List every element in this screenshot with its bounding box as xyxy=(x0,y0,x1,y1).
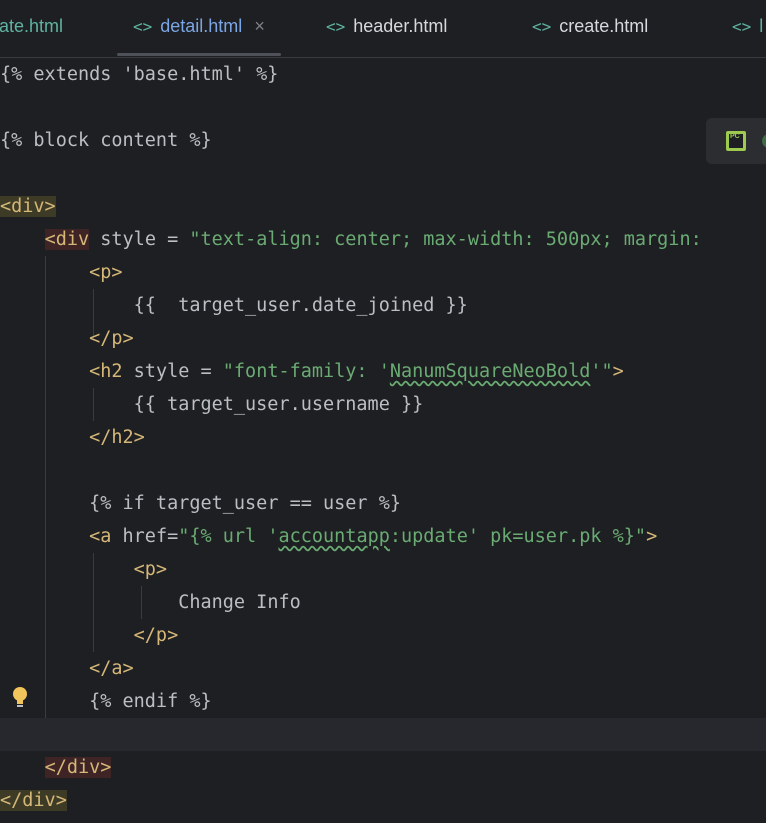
equals: = xyxy=(167,526,179,547)
code-line: {{ target_user.date_joined }} xyxy=(0,289,766,322)
code-line: <h2 style = "font-family: 'NanumSquareNe… xyxy=(0,355,766,388)
code-line: {% if target_user == user %} xyxy=(0,487,766,520)
code-line: Change Info xyxy=(0,586,766,619)
tab-create-html[interactable]: <> create.html xyxy=(532,0,648,57)
template-tag: {% endif %} xyxy=(89,691,212,712)
code-line: {% block content %} xyxy=(0,124,766,157)
tab-label: create.html xyxy=(559,16,649,36)
html-attr: href xyxy=(111,526,168,547)
code-line: </h2> xyxy=(0,421,766,454)
code-line: </a> xyxy=(0,652,766,685)
typo-highlight: NanumSquareNeoBold xyxy=(389,361,591,382)
html-tag: <p> xyxy=(133,559,168,580)
tab-label: header.html xyxy=(353,16,448,36)
html-tag-icon: <> xyxy=(326,17,346,36)
html-tag: </div> xyxy=(44,757,112,778)
text-content: Change Info xyxy=(178,592,301,613)
tab-next-file[interactable]: <> l xyxy=(732,0,763,57)
typo-highlight: accountapp xyxy=(278,526,390,547)
html-tag: > xyxy=(646,526,658,547)
html-tag: </h2> xyxy=(89,427,145,448)
equals: = xyxy=(167,229,190,250)
tab-update-html[interactable]: ate.html xyxy=(0,0,63,57)
code-line: <div style = "text-align: center; max-wi… xyxy=(0,223,766,256)
tab-header-html[interactable]: <> header.html xyxy=(326,0,447,57)
equals: = xyxy=(200,361,223,382)
current-line xyxy=(0,718,766,751)
html-tag: </p> xyxy=(89,328,134,349)
code-line: <div> xyxy=(0,190,766,223)
html-tag: <div> xyxy=(0,196,56,217)
tab-label: ate.html xyxy=(0,16,64,36)
attr-value: "font-family: ' xyxy=(222,361,390,382)
template-tag: {% block content %} xyxy=(0,130,212,151)
html-tag-icon: <> xyxy=(732,17,752,36)
html-tag: </p> xyxy=(133,625,179,646)
html-attr: style xyxy=(89,229,168,250)
template-tag: {% extends 'base.html' %} xyxy=(0,64,279,85)
close-icon[interactable]: × xyxy=(254,16,265,36)
html-tag-icon: <> xyxy=(133,17,153,36)
template-tag: {% if target_user == user %} xyxy=(89,493,401,514)
attr-value: "text-align: center; max-width: 500px; m… xyxy=(189,229,702,250)
code-line: {{ target_user.username }} xyxy=(0,388,766,421)
tab-label: detail.html xyxy=(160,16,243,36)
html-tag: </a> xyxy=(89,658,134,679)
code-line: </p> xyxy=(0,619,766,652)
code-line: {% extends 'base.html' %} xyxy=(0,58,766,91)
pc-label: PC xyxy=(730,133,740,140)
html-tag: </div> xyxy=(0,790,67,811)
html-attr: style xyxy=(122,361,201,382)
template-var: {{ target_user.date_joined }} xyxy=(133,295,468,316)
code-editor[interactable]: {% extends 'base.html' %} {% block conte… xyxy=(0,58,766,823)
attr-value: "{% url ' xyxy=(178,526,279,547)
code-line: </div> xyxy=(0,784,766,817)
attr-value: '" xyxy=(590,361,613,382)
code-line: </div> xyxy=(0,751,766,784)
html-tag: > xyxy=(612,361,624,382)
html-tag: <h2 xyxy=(89,361,123,382)
template-var: {{ target_user.username }} xyxy=(133,394,424,415)
code-line: <p> xyxy=(0,553,766,586)
code-line: </p> xyxy=(0,322,766,355)
code-line: <a href="{% url 'accountapp:update' pk=u… xyxy=(0,520,766,553)
html-tag-icon: <> xyxy=(532,17,552,36)
html-tag: <p> xyxy=(89,262,123,283)
html-tag: <div xyxy=(44,229,90,250)
editor-tab-bar: ate.html <> detail.html × <> header.html <>… xyxy=(0,0,766,58)
attr-value: :update' pk=user.pk %}" xyxy=(389,526,647,547)
tab-detail-html[interactable]: <> detail.html × xyxy=(117,0,281,57)
tab-label: l xyxy=(759,16,764,36)
code-line: <p> xyxy=(0,256,766,289)
code-line: {% endif %} xyxy=(0,685,766,718)
lightbulb-icon[interactable] xyxy=(11,685,29,709)
html-tag: <a xyxy=(89,526,112,547)
